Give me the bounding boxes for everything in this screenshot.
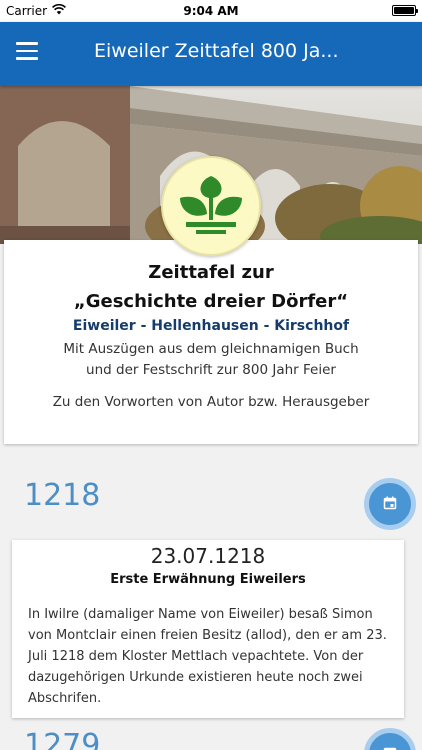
intro-title: Zeittafel zur „Geschichte dreier Dörfer“: [4, 258, 418, 316]
status-bar: Carrier 9:04 AM: [0, 0, 422, 22]
hamburger-icon: [16, 42, 40, 60]
event-body-line: Abschrifen.: [28, 691, 102, 706]
app-bar: Eiweiler Zeittafel 800 Ja...: [0, 22, 422, 86]
event-body-line: von Montclair einen freien Besitz (allod…: [28, 628, 387, 643]
event-title: Erste Erwähnung Eiweilers: [110, 572, 306, 587]
intro-subtitle-line1: Mit Auszügen aus dem gleichnamigen Buch: [63, 341, 359, 357]
status-time: 9:04 AM: [183, 4, 239, 18]
calendar-button[interactable]: [364, 728, 416, 750]
intro-subtitle: Mit Auszügen aus dem gleichnamigen Buch …: [4, 339, 418, 381]
calendar-button[interactable]: [364, 478, 416, 530]
event-date: 23.07.1218: [150, 544, 266, 568]
timeline-year: 1218: [24, 478, 101, 513]
app-title: Eiweiler Zeittafel 800 Ja...: [94, 40, 339, 62]
intro-villages: Eiweiler - Hellenhausen - Kirschhof: [72, 318, 350, 334]
timeline-year: 1279: [24, 728, 101, 750]
calendar-icon: [383, 495, 397, 514]
event-body-line: In Iwilre (damaliger Name von Eiweiler) …: [28, 607, 373, 622]
intro-subtitle-line2: und der Festschrift zur 800 Jahr Feier: [86, 362, 336, 378]
intro-title-line1: Zeittafel zur: [148, 262, 274, 283]
event-body-line: Juli 1218 dem Kloster Mettlach vepachtet…: [28, 649, 364, 664]
event-body: In Iwilre (damaliger Name von Eiweiler) …: [28, 604, 392, 709]
forewords-link[interactable]: Zu den Vorworten von Autor bzw. Herausge…: [4, 394, 418, 410]
three-leaf-logo: [161, 156, 261, 256]
battery-icon: [392, 5, 418, 16]
event-body-line: dazugehörigen Urkunde existieren heute n…: [28, 670, 363, 685]
intro-title-line2: „Geschichte dreier Dörfer“: [73, 291, 349, 312]
calendar-icon: [383, 745, 397, 750]
intro-card: Zeittafel zur „Geschichte dreier Dörfer“…: [4, 240, 418, 444]
timeline-event-card[interactable]: 23.07.1218 Erste Erwähnung Eiweilers In …: [12, 540, 404, 718]
menu-button[interactable]: [16, 42, 40, 66]
